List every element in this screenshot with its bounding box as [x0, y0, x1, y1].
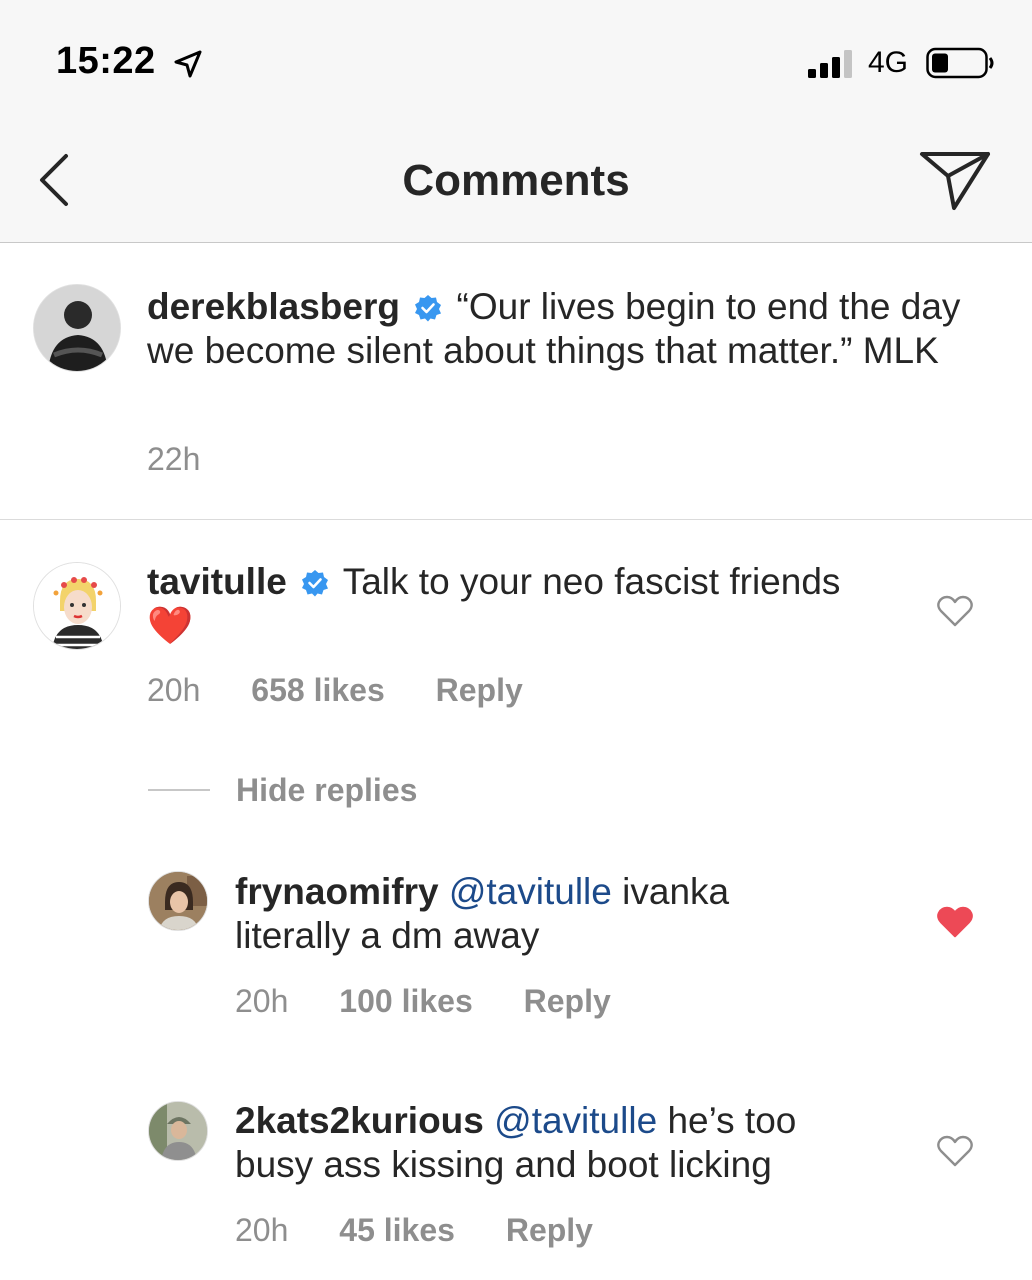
reply-likes[interactable]: 45 likes — [339, 1212, 455, 1248]
reply-button[interactable]: Reply — [524, 983, 611, 1019]
network-type: 4G — [868, 46, 909, 79]
reply-time: 20h — [235, 1212, 289, 1248]
heart-icon[interactable] — [936, 1134, 974, 1168]
reply-meta: 20h 45 likes Reply — [235, 1212, 635, 1249]
send-icon[interactable] — [918, 148, 992, 212]
verified-badge-icon — [302, 570, 329, 597]
hide-replies-divider — [148, 789, 210, 791]
comment-meta: 20h 658 likes Reply — [147, 672, 565, 709]
caption-meta: 22h — [147, 441, 242, 478]
avatar[interactable] — [148, 871, 208, 931]
avatar-image — [149, 1102, 207, 1160]
status-time: 15:22 — [56, 40, 156, 82]
reply-text-block: frynaomifry @tavitulle ivanka literally … — [235, 870, 835, 958]
avatar[interactable] — [33, 562, 121, 650]
heart-icon[interactable] — [936, 594, 974, 628]
comment-text: Talk to your neo fascist friends — [342, 561, 841, 602]
comment-emoji: ❤️ — [147, 605, 194, 646]
caption-text-block: derekblasberg “Our lives begin to end th… — [147, 285, 967, 373]
caption-username[interactable]: derekblasberg — [147, 286, 400, 327]
status-bar: 15:22 4G — [0, 0, 1032, 120]
avatar[interactable] — [148, 1101, 208, 1161]
hide-replies-button[interactable]: Hide replies — [236, 772, 417, 809]
reply-username[interactable]: 2kats2kurious — [235, 1100, 484, 1141]
battery-icon — [926, 47, 994, 79]
avatar[interactable] — [33, 284, 121, 372]
heart-icon[interactable] — [936, 905, 974, 939]
post-caption: derekblasberg “Our lives begin to end th… — [0, 243, 1032, 520]
reply-mention[interactable]: @tavitulle — [494, 1100, 657, 1141]
comment-username[interactable]: tavitulle — [147, 561, 287, 602]
comment-text-block: tavitulle Talk to your neo fascist frien… — [147, 560, 847, 648]
comment-likes[interactable]: 658 likes — [251, 672, 384, 708]
reply-username[interactable]: frynaomifry — [235, 871, 439, 912]
location-arrow-icon — [174, 50, 202, 78]
reply-button[interactable]: Reply — [506, 1212, 593, 1248]
reply-button[interactable]: Reply — [436, 672, 523, 708]
signal-icon — [808, 50, 852, 78]
reply-mention[interactable]: @tavitulle — [449, 871, 612, 912]
caption-time: 22h — [147, 441, 201, 477]
verified-badge-icon — [415, 295, 442, 322]
avatar-image — [34, 563, 120, 649]
reply-meta: 20h 100 likes Reply — [235, 983, 653, 1020]
comment-time: 20h — [147, 672, 201, 708]
avatar-image — [149, 872, 207, 930]
reply-time: 20h — [235, 983, 289, 1019]
page-title: Comments — [402, 156, 630, 205]
reply-likes[interactable]: 100 likes — [339, 983, 472, 1019]
nav-bar: Comments — [0, 120, 1032, 243]
avatar-image — [34, 285, 120, 371]
reply-text-block: 2kats2kurious @tavitulle he’s too busy a… — [235, 1099, 875, 1187]
